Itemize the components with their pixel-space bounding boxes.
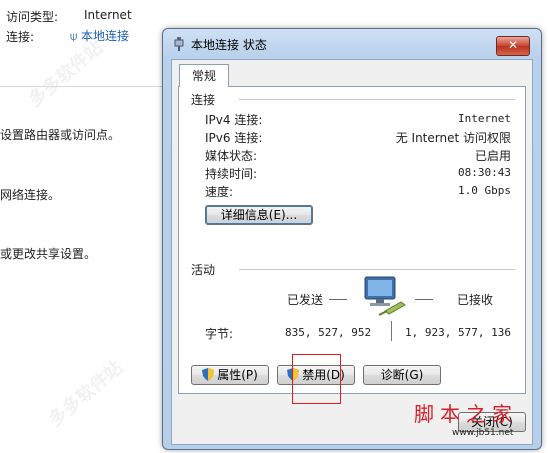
sent-line bbox=[329, 299, 347, 300]
ipv4-value: Internet bbox=[458, 112, 511, 125]
properties-label: 属性(P) bbox=[217, 368, 258, 382]
setup-router-text: 设置路由器或访问点。 bbox=[0, 128, 121, 142]
tab-general[interactable]: 常规 bbox=[179, 64, 229, 87]
close-window-button[interactable]: ✕ bbox=[496, 36, 530, 56]
dialog-title: 本地连接 状态 bbox=[191, 38, 267, 52]
status-dialog: 本地连接 状态 ✕ 常规 连接 IPv4 连接: Internet IPv6 连… bbox=[162, 28, 542, 450]
bytes-received-value: 1, 923, 577, 136 bbox=[405, 326, 511, 339]
dialog-client: 常规 连接 IPv4 连接: Internet IPv6 连接: 无 Inter… bbox=[171, 59, 533, 445]
network-connection-text: 网络连接。 bbox=[0, 188, 61, 202]
title-bar[interactable]: 本地连接 状态 ✕ bbox=[163, 29, 541, 59]
diagnose-button[interactable]: 诊断(G) bbox=[363, 365, 441, 385]
access-type-label: 访问类型: bbox=[6, 10, 59, 24]
local-connection-link[interactable]: 本地连接 bbox=[81, 29, 129, 43]
speed-label: 速度: bbox=[205, 185, 234, 199]
bytes-label: 字节: bbox=[205, 327, 234, 341]
watermark-faint: 多多软件站 bbox=[44, 357, 128, 432]
watermark-faint: 多多软件站 bbox=[24, 37, 108, 112]
properties-button[interactable]: 属性(P) bbox=[191, 365, 269, 385]
connection-group-title: 连接 bbox=[191, 91, 222, 108]
received-line bbox=[415, 299, 433, 300]
general-panel: 连接 IPv4 连接: Internet IPv6 连接: 无 Internet… bbox=[178, 86, 526, 394]
connection-label: 连接: bbox=[6, 30, 35, 44]
network-adapter-icon bbox=[174, 37, 184, 51]
media-state-value: 已启用 bbox=[474, 149, 511, 163]
separator-line bbox=[391, 321, 392, 341]
access-type-value: Internet bbox=[84, 8, 132, 22]
network-adapter-icon: ⍦ bbox=[70, 29, 78, 43]
uac-shield-icon bbox=[202, 368, 215, 381]
uac-shield-icon bbox=[287, 368, 300, 381]
group-divider bbox=[239, 269, 515, 270]
change-sharing-text: 或更改共享设置。 bbox=[0, 247, 97, 261]
site-watermark-url: www.jb51.net bbox=[452, 428, 514, 438]
activity-group-title: 活动 bbox=[191, 261, 222, 278]
duration-value: 08:30:43 bbox=[458, 166, 511, 179]
network-computer-icon bbox=[364, 276, 406, 316]
ipv6-value: 无 Internet 访问权限 bbox=[395, 131, 511, 145]
disable-button[interactable]: 禁用(D) bbox=[277, 365, 355, 385]
divider bbox=[0, 86, 162, 87]
media-state-label: 媒体状态: bbox=[205, 149, 258, 163]
ipv4-label: IPv4 连接: bbox=[205, 113, 263, 127]
bytes-sent-value: 835, 527, 952 bbox=[285, 326, 372, 339]
speed-value: 1.0 Gbps bbox=[458, 184, 511, 197]
group-divider bbox=[239, 99, 515, 100]
duration-label: 持续时间: bbox=[205, 167, 258, 181]
details-button[interactable]: 详细信息(E)... bbox=[205, 205, 313, 225]
site-watermark-brand: 脚本之家 bbox=[414, 402, 518, 426]
disable-label: 禁用(D) bbox=[302, 368, 345, 382]
sent-label: 已发送 bbox=[287, 293, 324, 307]
received-label: 已接收 bbox=[457, 293, 494, 307]
connection-link[interactable]: ⍦ 本地连接 bbox=[70, 27, 129, 44]
ipv6-label: IPv6 连接: bbox=[205, 131, 263, 145]
